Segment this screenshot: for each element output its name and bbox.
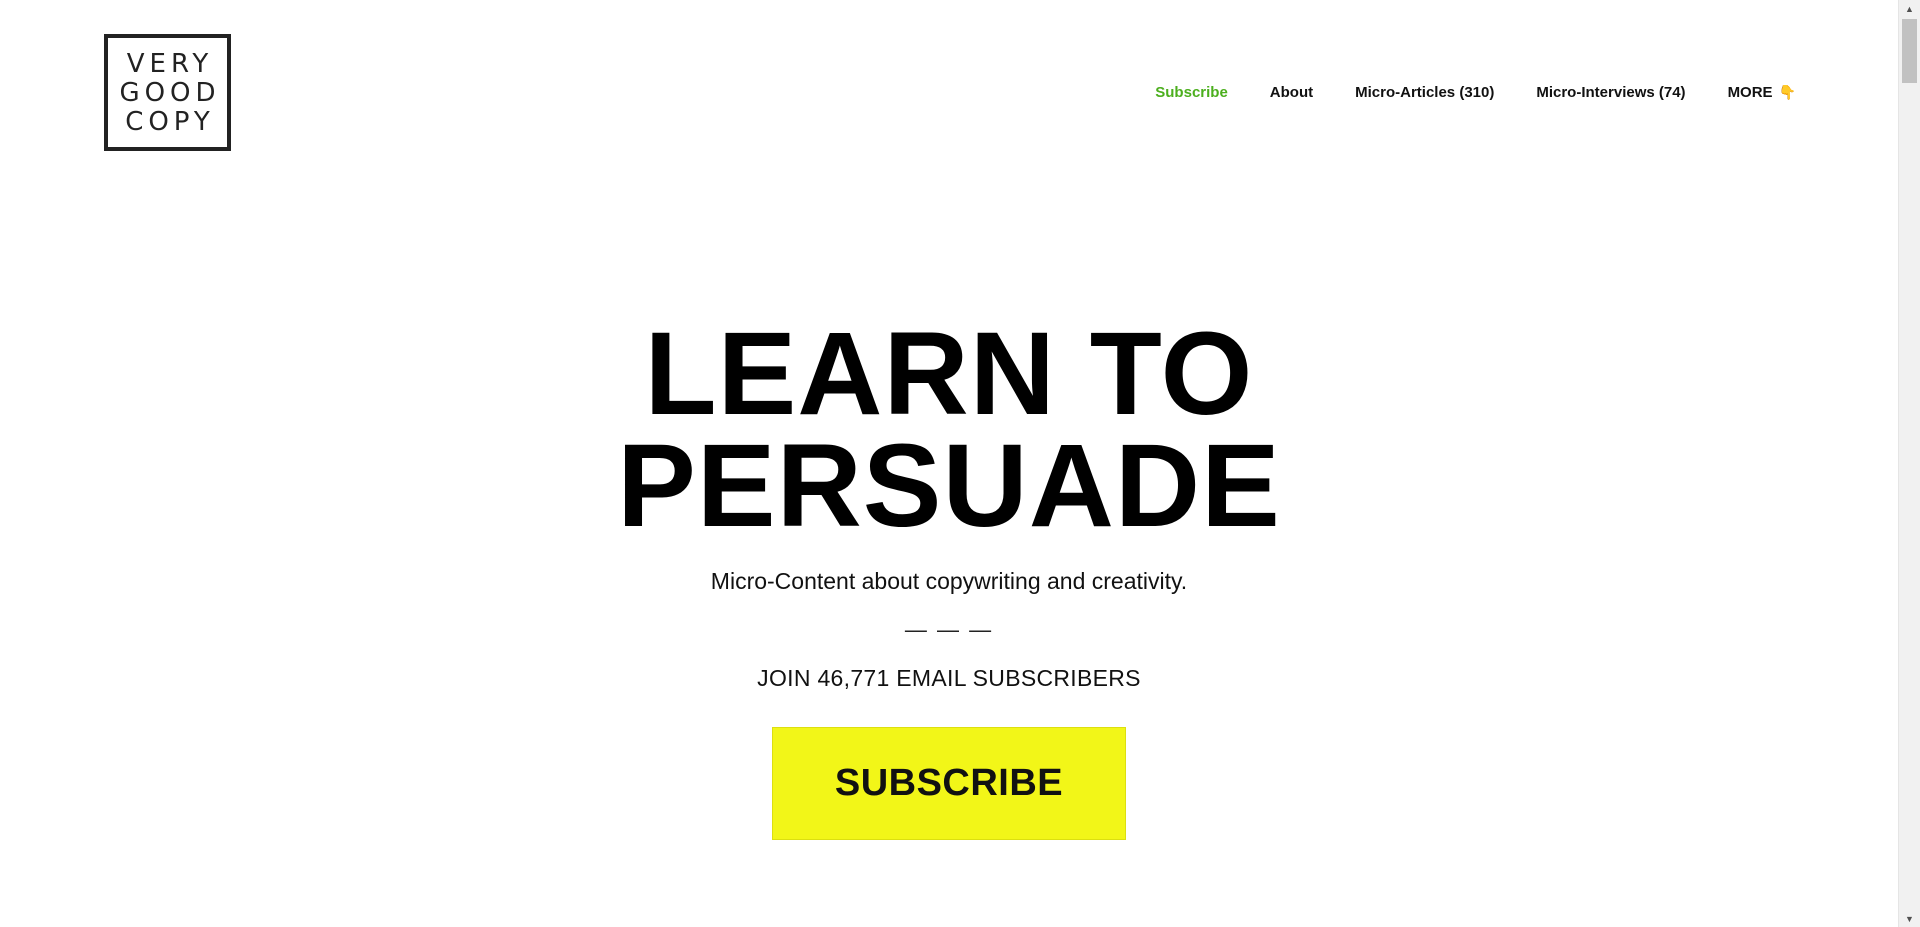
scroll-up-arrow-icon[interactable]: ▲	[1899, 0, 1920, 17]
pointing-down-hand-icon: 👇	[1778, 84, 1796, 100]
vertical-scrollbar[interactable]: ▲ ▼	[1898, 0, 1920, 927]
nav-subscribe-link[interactable]: Subscribe	[1155, 84, 1228, 101]
scrollbar-thumb[interactable]	[1902, 19, 1917, 83]
logo-line-3: COPY	[125, 107, 215, 137]
nav-more-label: MORE	[1727, 84, 1773, 101]
hero-title: LEARN TO PERSUADE	[0, 308, 1898, 552]
main-nav: Subscribe About Micro-Articles (310) Mic…	[1155, 84, 1796, 101]
logo-line-2: GOOD	[119, 78, 221, 108]
hero-title-line-1: LEARN TO	[644, 308, 1254, 440]
hero-section: LEARN TO PERSUADE Micro-Content about co…	[0, 308, 1898, 840]
page: VERY GOOD COPY Subscribe About Micro-Art…	[0, 0, 1920, 927]
nav-more-link[interactable]: MORE 👇	[1728, 84, 1796, 101]
hero-title-line-2: PERSUADE	[617, 420, 1281, 552]
logo-line-1: VERY	[126, 49, 214, 79]
hero-subtitle: Micro-Content about copywriting and crea…	[710, 568, 1188, 594]
site-logo[interactable]: VERY GOOD COPY	[104, 34, 231, 151]
subscribe-button[interactable]: SUBSCRIBE	[772, 727, 1126, 840]
nav-micro-interviews-link[interactable]: Micro-Interviews (74)	[1536, 84, 1685, 101]
scroll-down-arrow-icon[interactable]: ▼	[1899, 910, 1920, 927]
subscriber-count-text: JOIN 46,771 EMAIL SUBSCRIBERS	[757, 665, 1141, 691]
nav-about-link[interactable]: About	[1270, 84, 1313, 101]
nav-micro-articles-link[interactable]: Micro-Articles (310)	[1355, 84, 1494, 101]
divider: — — —	[904, 617, 994, 642]
